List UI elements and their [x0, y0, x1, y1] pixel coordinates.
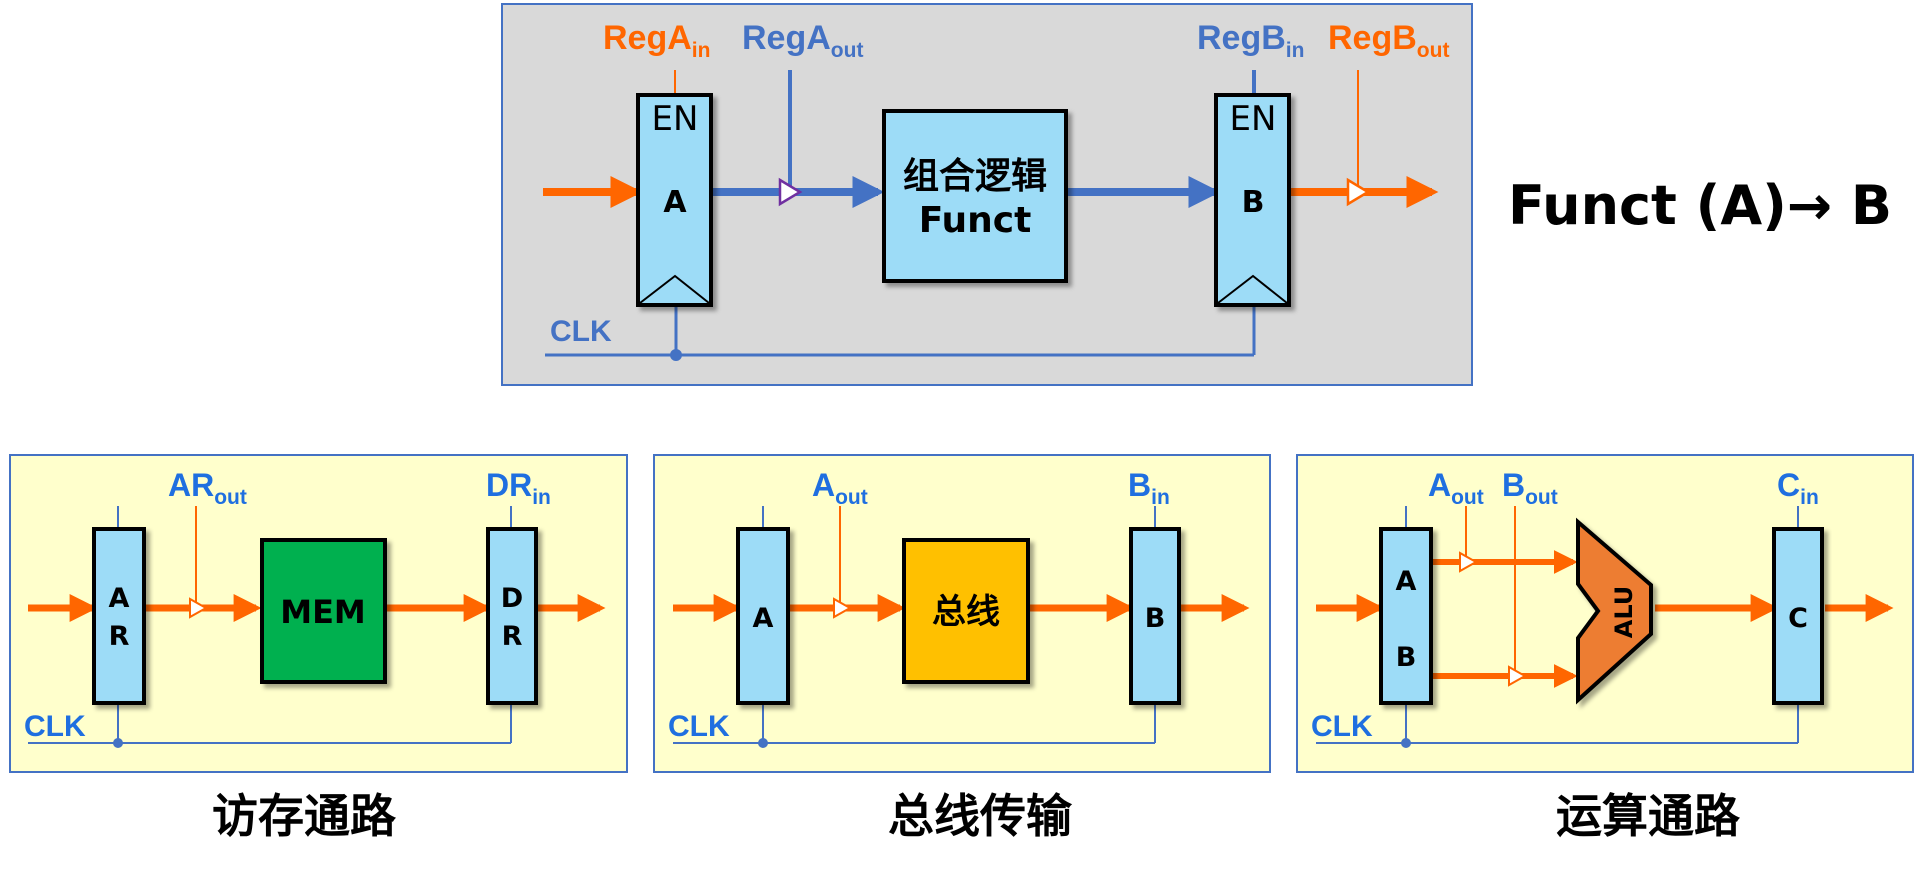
alu-panel: Aout Bout Cin A B ALU C CLK 运算通路: [1296, 454, 1914, 843]
reg-b-en-label: EN: [1230, 99, 1277, 139]
top-register-transfer-diagram: RegAin RegAout RegBin RegBout EN A EN B …: [501, 3, 1892, 386]
alu-clk-label: CLK: [1311, 710, 1373, 743]
bus-caption: 总线传输: [888, 789, 1073, 843]
bus-label: 总线: [932, 592, 1000, 632]
mem-clk-dot: [113, 738, 123, 748]
bus-transfer-panel: Aout Bin A 总线 B CLK 总线传输: [653, 454, 1271, 843]
memory-access-panel: ARout DRin A R MEM D R CLK 访存通路: [9, 454, 628, 843]
alu-caption: 运算通路: [1556, 789, 1741, 843]
logic-label-line1: 组合逻辑: [903, 156, 1047, 197]
alu-reg-c-label: C: [1788, 603, 1808, 634]
ar-label-top: A: [109, 583, 130, 614]
alu-clk-dot: [1401, 738, 1411, 748]
logic-label-line2: Funct: [919, 200, 1032, 241]
bus-clk-dot: [758, 738, 768, 748]
reg-a-name: A: [663, 185, 687, 220]
alu-reg-b-label: B: [1396, 642, 1417, 673]
register-dr: [486, 527, 538, 705]
alu-label: ALU: [1610, 586, 1638, 639]
bus-reg-b-label: B: [1145, 603, 1166, 634]
mem-clk-label: CLK: [24, 710, 86, 743]
clk-junction-dot: [670, 349, 682, 361]
datapath-diagram: RegAin RegAout RegBin RegBout EN A EN B …: [9, 3, 1914, 843]
dr-label-bottom: R: [502, 621, 523, 652]
reg-b-name: B: [1242, 185, 1265, 220]
top-clk-label: CLK: [550, 315, 612, 348]
reg-a-en-label: EN: [652, 99, 699, 139]
bus-reg-a-label: A: [753, 603, 774, 634]
register-ar: [92, 527, 146, 705]
mem-label: MEM: [280, 593, 366, 631]
mem-caption: 访存通路: [212, 789, 397, 843]
alu-reg-a-label: A: [1396, 566, 1417, 597]
register-ab: [1379, 527, 1433, 705]
funct-formula: Funct (A)→ B: [1508, 174, 1892, 237]
bus-clk-label: CLK: [668, 710, 730, 743]
dr-label-top: D: [501, 583, 523, 614]
ar-label-bottom: R: [109, 621, 130, 652]
